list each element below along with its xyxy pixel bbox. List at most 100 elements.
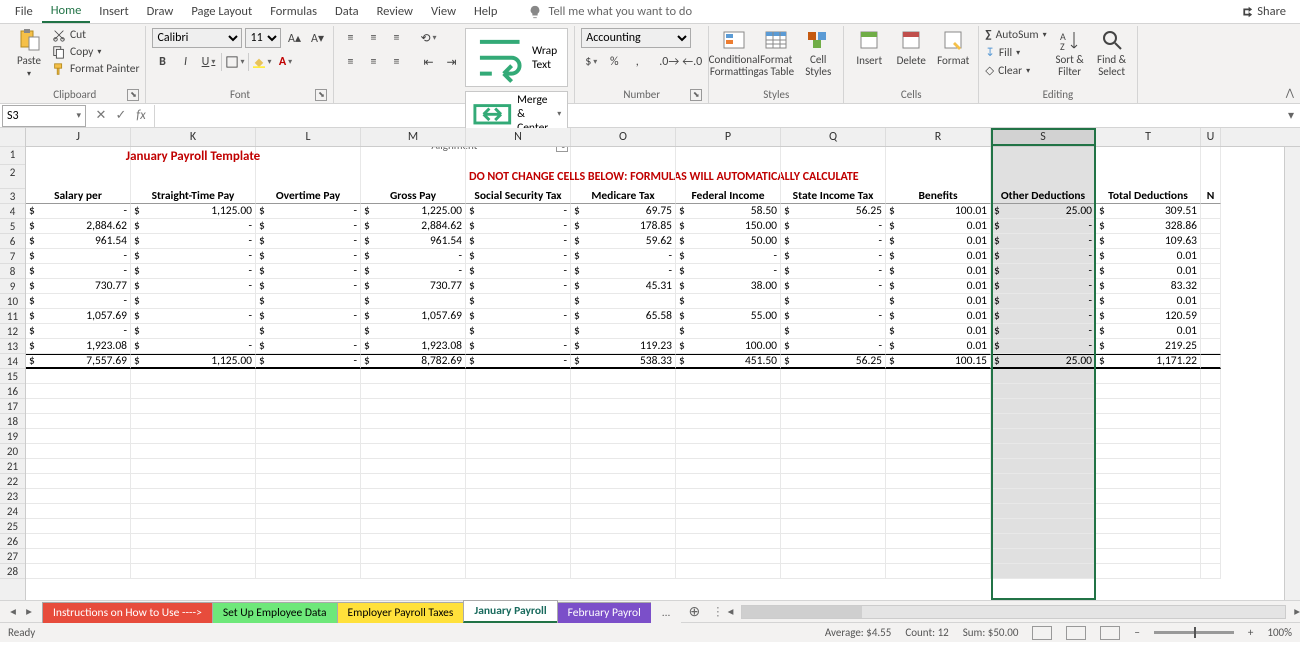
column-header-U[interactable]: U [1201, 128, 1221, 146]
row-header-14[interactable]: 14 [0, 354, 25, 369]
align-bottom-button[interactable]: ≡ [386, 28, 406, 48]
row-header-18[interactable]: 18 [0, 414, 25, 429]
row-header-17[interactable]: 17 [0, 399, 25, 414]
name-box[interactable]: S3▾ [2, 105, 86, 127]
tab-february-payroll[interactable]: February Payrol [557, 602, 652, 623]
column-header-Q[interactable]: Q [781, 128, 886, 146]
row-header-10[interactable]: 10 [0, 294, 25, 309]
comma-button[interactable]: , [627, 52, 647, 72]
number-launcher[interactable]: ⬊ [690, 89, 702, 101]
row-header-25[interactable]: 25 [0, 519, 25, 534]
column-header-O[interactable]: O [571, 128, 676, 146]
first-sheet-button[interactable]: ◂ [6, 604, 20, 619]
format-as-table-button[interactable]: Format as Table [757, 28, 795, 78]
row-header-7[interactable]: 7 [0, 249, 25, 264]
format-painter-button[interactable]: Format Painter [52, 62, 139, 76]
delete-cells-button[interactable]: Delete [892, 28, 930, 67]
column-header-N[interactable]: N [466, 128, 571, 146]
bold-button[interactable]: B [152, 52, 172, 72]
cell-styles-button[interactable]: Cell Styles [799, 28, 837, 78]
row-header-6[interactable]: 6 [0, 234, 25, 249]
menu-file[interactable]: File [6, 1, 42, 22]
font-size-select[interactable]: 11 [245, 28, 281, 48]
menu-help[interactable]: Help [465, 1, 506, 22]
tab-january-payroll[interactable]: January Payroll [463, 600, 557, 623]
column-header-L[interactable]: L [256, 128, 361, 146]
zoom-in-button[interactable]: + [1248, 626, 1253, 639]
column-header-S[interactable]: S [991, 128, 1096, 146]
row-header-16[interactable]: 16 [0, 384, 25, 399]
increase-decimal-button[interactable]: .0→ [659, 52, 679, 72]
row-header-27[interactable]: 27 [0, 549, 25, 564]
row-header-12[interactable]: 12 [0, 324, 25, 339]
align-right-button[interactable]: ≡ [386, 52, 406, 72]
font-name-select[interactable]: Calibri [152, 28, 242, 48]
paste-button[interactable]: Paste ▾ [10, 28, 48, 79]
clipboard-launcher[interactable]: ⬊ [127, 89, 139, 101]
tab-instructions[interactable]: Instructions on How to Use ----> [42, 602, 213, 623]
italic-button[interactable]: I [175, 52, 195, 72]
vertical-scrollbar[interactable] [1284, 147, 1300, 600]
formula-input[interactable] [154, 105, 1282, 127]
zoom-slider[interactable] [1154, 631, 1234, 634]
cut-button[interactable]: Cut [52, 28, 139, 42]
percent-button[interactable]: % [604, 52, 624, 72]
find-select-button[interactable]: Find & Select [1093, 28, 1131, 78]
wrap-text-button[interactable]: Wrap Text [465, 28, 568, 87]
column-header-T[interactable]: T [1096, 128, 1201, 146]
accounting-format-button[interactable]: $ [581, 52, 601, 72]
row-header-4[interactable]: 4 [0, 204, 25, 219]
row-header-5[interactable]: 5 [0, 219, 25, 234]
add-sheet-button[interactable]: ⊕ [680, 603, 708, 620]
fill-color-button[interactable] [252, 52, 272, 72]
copy-button[interactable]: Copy▾ [52, 45, 139, 59]
row-header-24[interactable]: 24 [0, 504, 25, 519]
row-header-20[interactable]: 20 [0, 444, 25, 459]
decrease-decimal-button[interactable]: ←.0 [682, 52, 702, 72]
tab-employer-taxes[interactable]: Employer Payroll Taxes [337, 602, 465, 623]
menu-page-layout[interactable]: Page Layout [182, 1, 261, 22]
decrease-font-button[interactable]: A▾ [307, 28, 327, 48]
menu-home[interactable]: Home [42, 0, 91, 23]
next-sheet-button[interactable]: ▸ [22, 604, 36, 619]
clear-button[interactable]: ◇Clear▾ [985, 63, 1046, 78]
sort-filter-button[interactable]: AZSort & Filter [1051, 28, 1089, 78]
row-header-2[interactable]: 2 [0, 165, 25, 189]
format-cells-button[interactable]: Format [934, 28, 972, 67]
row-header-8[interactable]: 8 [0, 264, 25, 279]
row-header-15[interactable]: 15 [0, 369, 25, 384]
row-header-21[interactable]: 21 [0, 459, 25, 474]
border-button[interactable] [225, 52, 245, 72]
spreadsheet-grid[interactable]: 1234567891011121314151617181920212223242… [0, 128, 1300, 600]
row-header-11[interactable]: 11 [0, 309, 25, 324]
menu-draw[interactable]: Draw [138, 1, 183, 22]
row-header-3[interactable]: 3 [0, 189, 25, 204]
select-all-corner[interactable] [0, 128, 25, 147]
row-header-22[interactable]: 22 [0, 474, 25, 489]
font-launcher[interactable]: ⬊ [315, 89, 327, 101]
menu-data[interactable]: Data [326, 1, 368, 22]
font-color-button[interactable]: A [275, 52, 295, 72]
tell-me[interactable]: Tell me what you want to do [528, 4, 692, 19]
align-left-button[interactable]: ≡ [340, 52, 360, 72]
row-header-26[interactable]: 26 [0, 534, 25, 549]
tab-more[interactable]: ... [651, 602, 682, 623]
cancel-formula-button[interactable]: ✕ [92, 108, 110, 123]
conditional-formatting-button[interactable]: Conditional Formatting [715, 28, 753, 78]
view-page-break-button[interactable] [1100, 626, 1120, 640]
decrease-indent-button[interactable]: ⇤ [418, 52, 438, 72]
collapse-ribbon-button[interactable]: ⋀ [1286, 86, 1294, 99]
menu-view[interactable]: View [422, 1, 465, 22]
column-header-K[interactable]: K [131, 128, 256, 146]
enter-formula-button[interactable]: ✓ [112, 108, 130, 123]
row-header-13[interactable]: 13 [0, 339, 25, 354]
tab-setup-employee[interactable]: Set Up Employee Data [212, 602, 338, 623]
autosum-button[interactable]: ∑AutoSum▾ [985, 28, 1046, 42]
column-header-J[interactable]: J [26, 128, 131, 146]
insert-cells-button[interactable]: Insert [850, 28, 888, 67]
view-page-layout-button[interactable] [1066, 626, 1086, 640]
align-top-button[interactable]: ≡ [340, 28, 360, 48]
fx-button[interactable]: fx [132, 108, 150, 123]
number-format-select[interactable]: Accounting [581, 28, 691, 48]
increase-font-button[interactable]: A▴ [284, 28, 304, 48]
